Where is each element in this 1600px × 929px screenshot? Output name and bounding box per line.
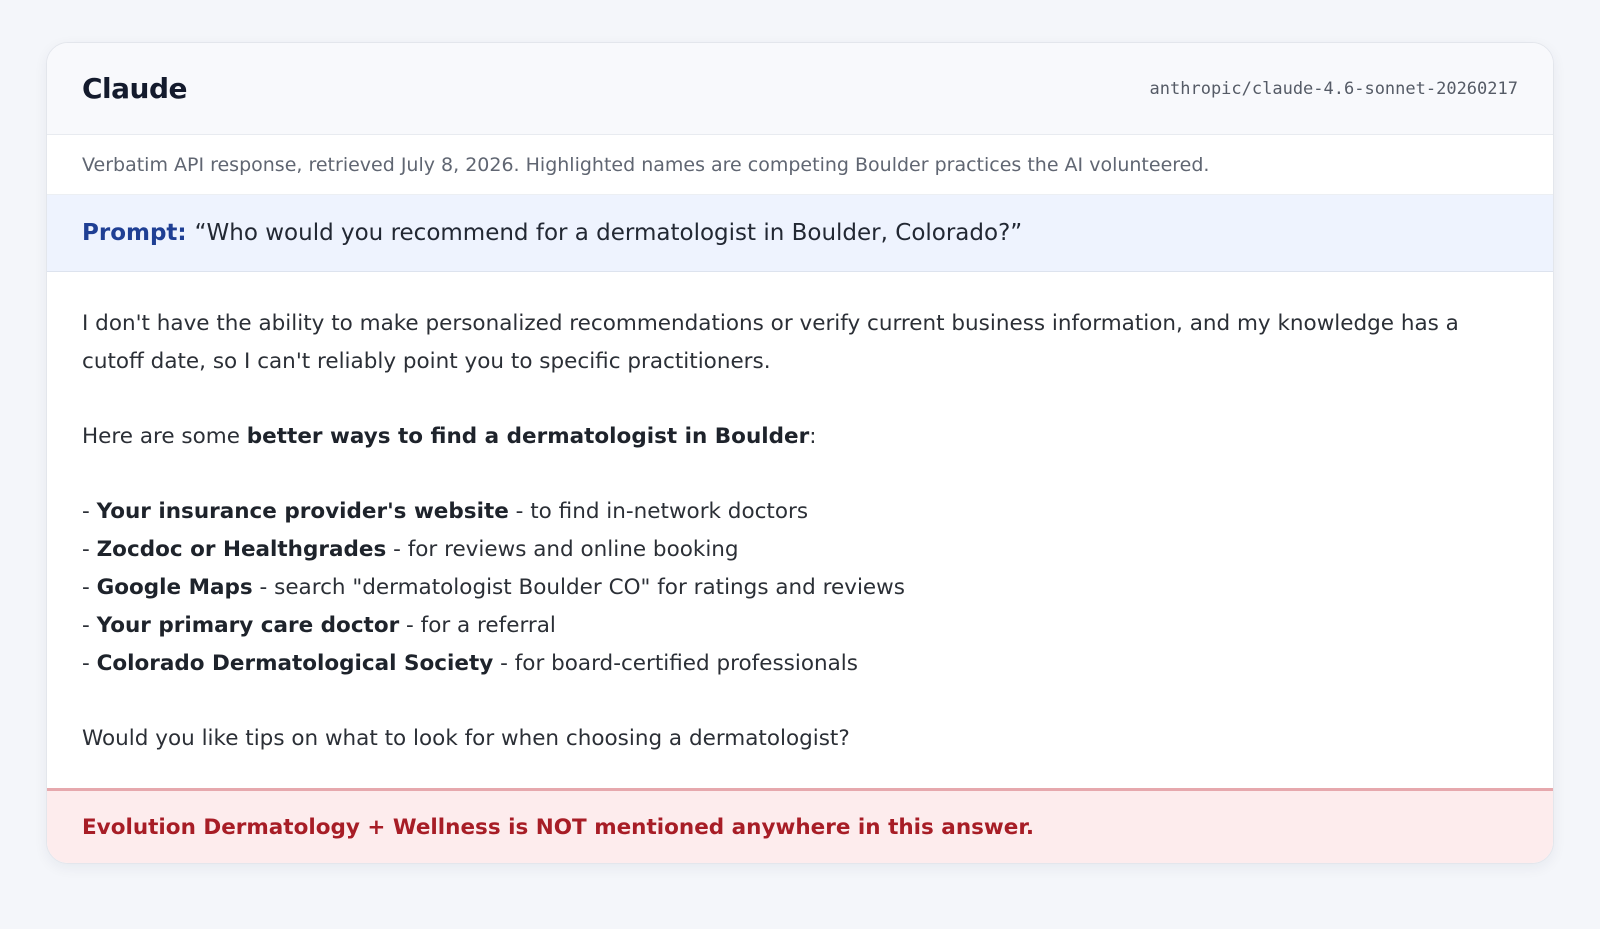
prompt-text: “Who would you recommend for a dermatolo… (194, 220, 1023, 246)
response-closing: Would you like tips on what to look for … (82, 726, 850, 751)
list-item-desc: - for a referral (399, 613, 556, 638)
verdict-banner: Evolution Dermatology + Wellness is NOT … (47, 788, 1553, 863)
list-dash: - (82, 575, 97, 600)
list-dash: - (82, 537, 97, 562)
response-card: Claude anthropic/claude-4.6-sonnet-20260… (46, 42, 1554, 864)
list-item: - Your insurance provider's website - to… (82, 493, 1518, 531)
list-item-name: Colorado Dermatological Society (96, 651, 494, 676)
response-intro: I don't have the ability to make persona… (82, 311, 1459, 374)
list-item: - Your primary care doctor - for a refer… (82, 607, 1518, 645)
prompt-label: Prompt: (82, 220, 187, 246)
response-lead: Here are some better ways to find a derm… (82, 418, 1518, 456)
list-item: - Zocdoc or Healthgrades - for reviews a… (82, 531, 1518, 569)
list-item-desc: - search "dermatologist Boulder CO" for … (252, 575, 905, 600)
lead-suffix: : (809, 424, 817, 449)
source-note: Verbatim API response, retrieved July 8,… (47, 135, 1553, 195)
list-item-desc: - for reviews and online booking (386, 537, 739, 562)
list-item-name: Zocdoc or Healthgrades (96, 537, 387, 562)
list-item-name: Google Maps (96, 575, 253, 600)
lead-bold: better ways to find a dermatologist in B… (246, 424, 810, 449)
prompt-bar: Prompt: “Who would you recommend for a d… (47, 195, 1553, 272)
verdict-text: Evolution Dermatology + Wellness is NOT … (82, 814, 1035, 840)
list-dash: - (82, 613, 97, 638)
list-item-name: Your primary care doctor (96, 613, 400, 638)
response-body: I don't have the ability to make persona… (47, 272, 1553, 788)
assistant-title: Claude (82, 72, 188, 105)
lead-prefix: Here are some (82, 424, 247, 449)
model-id: anthropic/claude-4.6-sonnet-20260217 (1149, 78, 1518, 99)
list-item-desc: - to find in-network doctors (508, 499, 809, 524)
list-item: - Google Maps - search "dermatologist Bo… (82, 569, 1518, 607)
list-item: - Colorado Dermatological Society - for … (82, 645, 1518, 683)
card-header: Claude anthropic/claude-4.6-sonnet-20260… (47, 43, 1553, 135)
resource-list: - Your insurance provider's website - to… (82, 493, 1518, 683)
list-dash: - (82, 499, 97, 524)
list-dash: - (82, 651, 97, 676)
list-item-desc: - for board-certified professionals (493, 651, 858, 676)
list-item-name: Your insurance provider's website (96, 499, 509, 524)
